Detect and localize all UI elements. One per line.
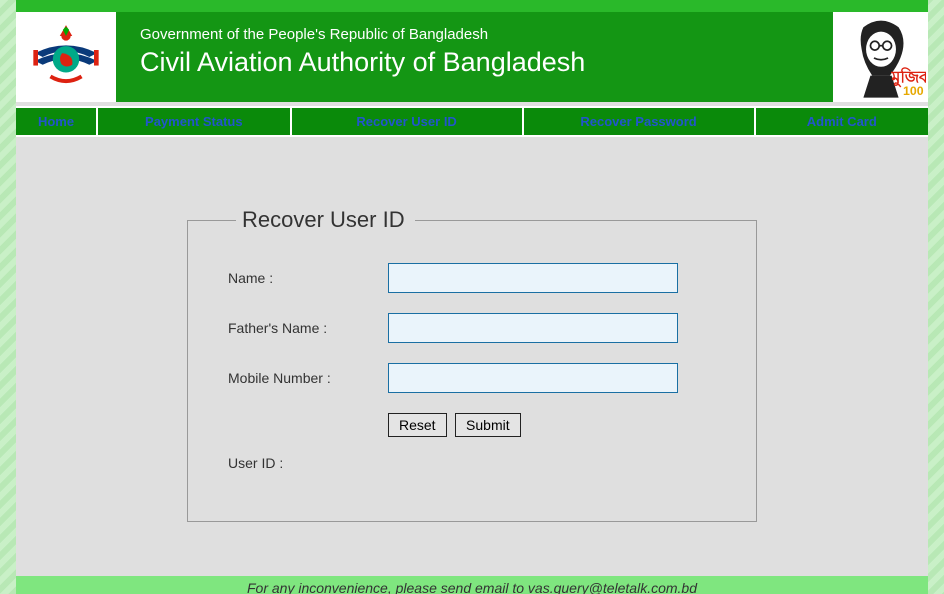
nav-home[interactable]: Home [16,108,96,135]
userid-label: User ID : [228,455,388,471]
mujib-logo: মুজিব 100 [833,12,928,102]
nav-recover-user-id[interactable]: Recover User ID [292,108,522,135]
header-text: Government of the People's Republic of B… [140,12,833,102]
recover-userid-form: Recover User ID Name : Father's Name : M… [187,207,757,522]
name-label: Name : [228,270,388,286]
gov-line: Government of the People's Republic of B… [140,26,833,43]
father-name-label: Father's Name : [228,320,388,336]
father-name-input[interactable] [388,313,678,343]
svg-text:100: 100 [903,84,924,98]
name-input[interactable] [388,263,678,293]
nav-admit-card[interactable]: Admit Card [756,108,928,135]
header: Government of the People's Republic of B… [16,12,928,102]
nav-payment-status[interactable]: Payment Status [98,108,290,135]
form-legend: Recover User ID [236,207,415,233]
top-accent-bar [16,0,928,12]
content-area: Recover User ID Name : Father's Name : M… [16,137,928,562]
main-nav: Home Payment Status Recover User ID Reco… [16,106,928,137]
mobile-input[interactable] [388,363,678,393]
nav-recover-password[interactable]: Recover Password [524,108,754,135]
footer-notice: For any inconvenience, please send email… [16,576,928,594]
caab-logo [16,12,116,102]
reset-button[interactable]: Reset [388,413,447,437]
submit-button[interactable]: Submit [455,413,521,437]
org-title: Civil Aviation Authority of Bangladesh [140,47,833,78]
mobile-label: Mobile Number : [228,370,388,386]
